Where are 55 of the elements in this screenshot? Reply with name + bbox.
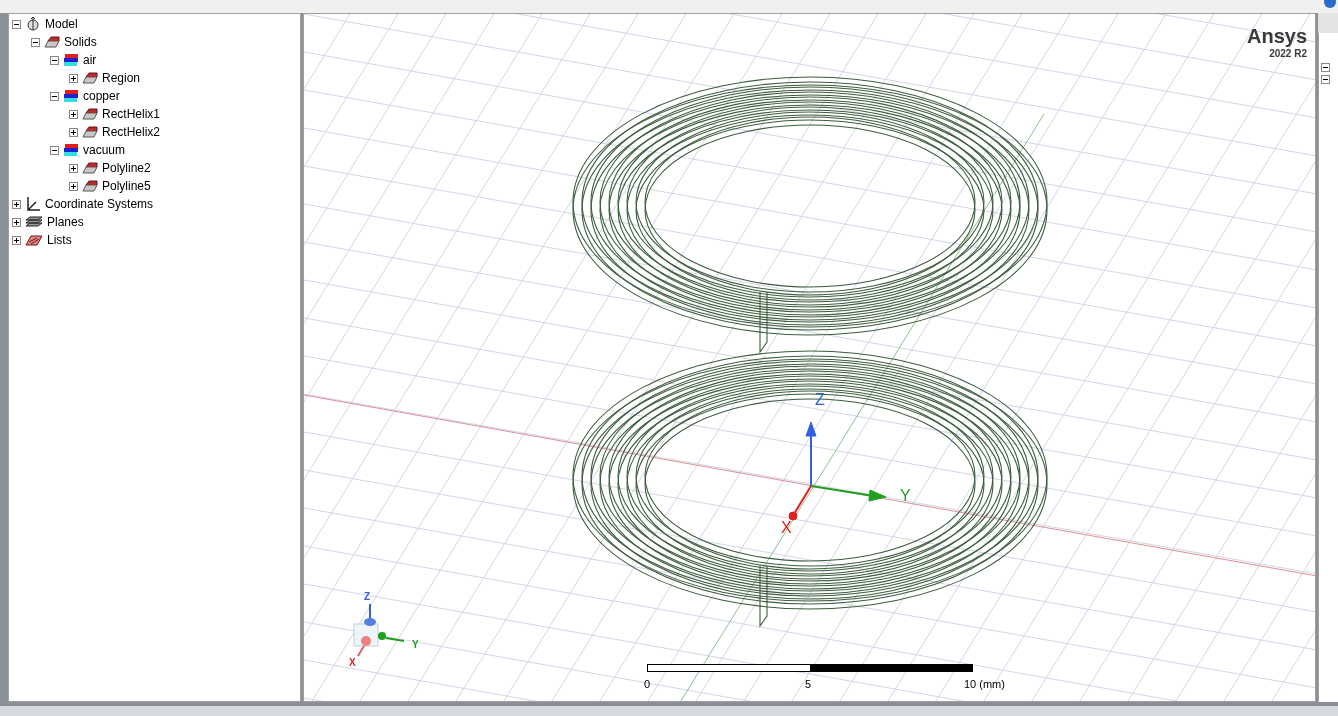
z-axis-arrow (805, 421, 817, 487)
list-icon (25, 233, 43, 247)
expand-icon[interactable] (69, 163, 78, 173)
brand-logo: Ansys (1246, 26, 1307, 46)
layers-icon (63, 143, 79, 157)
expand-icon[interactable] (69, 109, 78, 119)
collapse-icon[interactable] (12, 19, 21, 29)
collapse-icon[interactable] (50, 145, 59, 155)
block-icon (82, 72, 98, 84)
collapse-icon[interactable] (1321, 63, 1330, 72)
tree-item[interactable]: Polyline5 (102, 177, 151, 195)
axis-label: Y (412, 638, 419, 652)
collapse-icon[interactable] (1321, 75, 1330, 84)
tree-item[interactable]: vacuum (83, 141, 126, 159)
model-icon (25, 16, 41, 32)
collapse-icon[interactable] (50, 91, 59, 101)
scale-label: 0 (644, 677, 651, 692)
collapse-icon[interactable] (50, 55, 59, 65)
scale-label: 10 (mm) (964, 677, 1005, 692)
tree-item[interactable]: Model (45, 15, 78, 33)
expand-icon[interactable] (12, 235, 21, 245)
tree-item[interactable]: Region (102, 69, 141, 87)
tree-item[interactable]: Lists (47, 231, 72, 249)
block-icon (82, 108, 98, 120)
version-label: 2022 R2 (1269, 47, 1307, 61)
orientation-triad-drawing (353, 603, 405, 657)
expand-icon[interactable] (69, 73, 78, 83)
x-axis-arrow (788, 485, 812, 521)
tree-item[interactable]: RectHelix1 (102, 105, 161, 123)
planes-icon (25, 216, 43, 228)
expand-icon[interactable] (69, 181, 78, 191)
expand-icon[interactable] (12, 217, 21, 227)
layers-icon (63, 53, 79, 67)
collapse-icon[interactable] (31, 37, 40, 47)
expand-icon[interactable] (69, 127, 78, 137)
block-icon (82, 126, 98, 138)
axis-label: X (349, 656, 356, 670)
block-icon (44, 36, 60, 48)
expand-icon[interactable] (12, 199, 21, 209)
tree-item[interactable]: air (83, 51, 97, 69)
axis-label: X (781, 518, 792, 538)
block-icon (82, 162, 98, 174)
scale-label: 5 (805, 677, 812, 692)
tree-item[interactable]: Polyline2 (102, 159, 151, 177)
axis-label: Z (364, 590, 371, 604)
tree-item[interactable]: copper (83, 87, 120, 105)
tree-item[interactable]: Coordinate Systems (45, 195, 154, 213)
tree-item[interactable]: Solids (64, 33, 97, 51)
axis-label: Y (900, 486, 911, 506)
help-icon[interactable] (1324, 0, 1336, 8)
axes-icon (25, 196, 41, 212)
block-icon (82, 180, 98, 192)
layers-icon (63, 89, 79, 103)
tree-item[interactable]: RectHelix2 (102, 123, 161, 141)
tree-item[interactable]: Planes (47, 213, 84, 231)
